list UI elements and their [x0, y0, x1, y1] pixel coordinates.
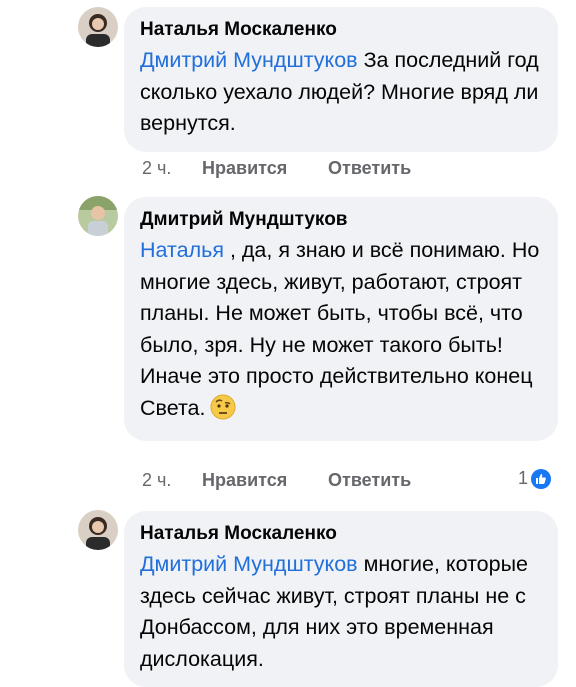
comment-bubble: Наталья Москаленко Дмитрий Мундштуков За…: [124, 7, 558, 152]
like-icon: [531, 468, 552, 489]
comment-author[interactable]: Наталья Москаленко: [140, 18, 540, 42]
comment-actions: 2 ч. Нравится Ответить: [142, 470, 411, 491]
reply-button[interactable]: Ответить: [328, 158, 411, 179]
comment-text: Дмитрий Мундштуков За последний год скол…: [140, 45, 540, 140]
mention-link[interactable]: Наталья: [140, 238, 224, 262]
avatar[interactable]: [78, 196, 118, 236]
comment-text: Наталья , да, я знаю и всё понимаю. Но м…: [140, 235, 540, 429]
avatar[interactable]: [78, 7, 118, 47]
comment-text: Дмитрий Мундштуков многие, которые здесь…: [140, 549, 540, 675]
comment-actions: 2 ч. Нравится Ответить: [142, 158, 411, 179]
mention-link[interactable]: Дмитрий Мундштуков: [140, 48, 358, 72]
comment-body: , да, я знаю и всё понимаю. Но многие зд…: [140, 238, 540, 420]
comment-time[interactable]: 2 ч.: [142, 470, 202, 491]
comment-time[interactable]: 2 ч.: [142, 158, 202, 179]
comment-bubble: Наталья Москаленко Дмитрий Мундштуков мн…: [124, 511, 558, 687]
comment-author[interactable]: Дмитрий Мундштуков: [140, 208, 540, 232]
face-with-raised-eyebrow-emoji: [210, 394, 236, 430]
comment-bubble: Дмитрий Мундштуков Наталья , да, я знаю …: [124, 197, 558, 441]
reaction-summary[interactable]: 1: [518, 468, 552, 489]
like-button[interactable]: Нравится: [202, 158, 328, 179]
mention-link[interactable]: Дмитрий Мундштуков: [140, 552, 358, 576]
reply-button[interactable]: Ответить: [328, 470, 411, 491]
like-button[interactable]: Нравится: [202, 470, 328, 491]
comment-author[interactable]: Наталья Москаленко: [140, 522, 540, 546]
avatar[interactable]: [78, 510, 118, 550]
reaction-count: 1: [518, 468, 529, 488]
